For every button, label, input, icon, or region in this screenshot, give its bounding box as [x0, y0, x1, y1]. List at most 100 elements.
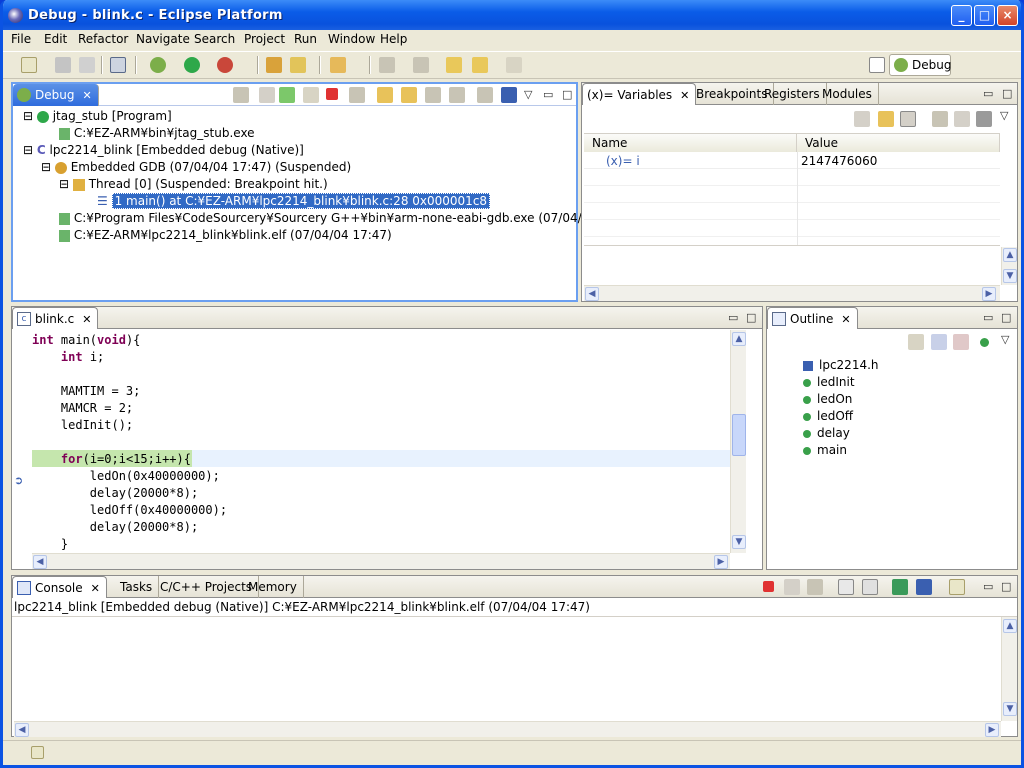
binary-icon[interactable] [110, 57, 126, 73]
editor-vscrollbar[interactable]: ▲ ▼ [730, 330, 746, 553]
minimize-icon[interactable]: ▭ [983, 580, 993, 593]
hide-non-public-icon[interactable] [980, 338, 989, 347]
menu-window[interactable]: Window [328, 32, 375, 46]
fast-view-icon[interactable] [31, 746, 44, 759]
close-icon[interactable]: ✕ [82, 313, 91, 326]
menu-navigate[interactable]: Navigate [136, 32, 190, 46]
drop-to-frame-icon[interactable] [449, 87, 465, 103]
menu-edit[interactable]: Edit [44, 32, 67, 46]
step-into-icon[interactable] [377, 87, 393, 103]
tab-blink-c[interactable]: c blink.c ✕ [12, 307, 99, 329]
open-console-icon[interactable] [949, 579, 965, 595]
suspend-icon[interactable] [303, 87, 319, 103]
tree-item-gdb-exe[interactable]: C:¥Program Files¥CodeSourcery¥Sourcery G… [59, 210, 640, 226]
view-menu-icon[interactable]: ▽ [1001, 333, 1009, 346]
open-type-icon[interactable] [266, 57, 282, 73]
editor-hscrollbar[interactable]: ◀ ▶ [32, 553, 730, 569]
debug-perspective-button[interactable]: Debug [889, 54, 951, 76]
tree-item-blink-elf[interactable]: C:¥EZ-ARM¥lpc2214_blink¥blink.elf (07/04… [59, 227, 392, 243]
minimize-icon[interactable]: ▭ [983, 311, 993, 324]
search-icon[interactable] [290, 57, 306, 73]
tree-item-stack-frame[interactable]: ☰ 1 main() at C:¥EZ-ARM¥lpc2214_blink¥bl… [97, 193, 491, 209]
outline-item-ledinit[interactable]: ledInit [803, 374, 855, 390]
sort-icon[interactable] [908, 334, 924, 350]
add-global-icon[interactable] [932, 111, 948, 127]
terminate-icon[interactable] [326, 88, 338, 100]
clear-console-icon[interactable] [838, 579, 854, 595]
details-hscrollbar[interactable]: ◀ ▶ [584, 285, 1000, 301]
prev-annotation-icon[interactable] [413, 57, 429, 73]
debug-bug-icon[interactable] [150, 57, 166, 73]
maximize-icon[interactable]: □ [974, 5, 995, 26]
tab-variables[interactable]: (x)= Variables ✕ [582, 83, 697, 105]
tree-item-lpc2214-blink[interactable]: ⊟ C lpc2214_blink [Embedded debug (Nativ… [23, 142, 304, 158]
console-vscrollbar[interactable]: ▲ ▼ [1001, 617, 1017, 721]
maximize-icon[interactable]: □ [1001, 580, 1011, 593]
run-icon[interactable] [184, 57, 200, 73]
display-console-icon[interactable] [916, 579, 932, 595]
view-menu-icon[interactable]: ▽ [1000, 109, 1008, 122]
new-icon[interactable] [21, 57, 37, 73]
instruction-step-icon[interactable] [501, 87, 517, 103]
maximize-icon[interactable]: □ [562, 88, 572, 101]
menu-run[interactable]: Run [294, 32, 317, 46]
tree-item-thread[interactable]: ⊟ Thread [0] (Suspended: Breakpoint hit.… [59, 176, 328, 192]
open-folder-icon[interactable] [330, 57, 346, 73]
step-return-icon[interactable] [425, 87, 441, 103]
hide-static-icon[interactable] [953, 334, 969, 350]
column-value[interactable]: Value [797, 134, 1000, 152]
menu-search[interactable]: Search [194, 32, 235, 46]
menu-file[interactable]: File [11, 32, 31, 46]
close-icon[interactable]: ✕ [82, 89, 91, 102]
remove-all-icon[interactable] [976, 111, 992, 127]
tab-debug[interactable]: Debug ✕ [13, 84, 99, 106]
column-name[interactable]: Name [584, 134, 797, 152]
show-type-names-icon[interactable] [854, 111, 870, 127]
tab-memory[interactable]: Memory [242, 576, 304, 598]
tab-tasks[interactable]: Tasks [112, 576, 160, 598]
external-tools-icon[interactable] [217, 57, 233, 73]
show-logical-structure-icon[interactable] [878, 111, 894, 127]
remove-icon[interactable] [954, 111, 970, 127]
connect-icon[interactable] [259, 87, 275, 103]
console-hscrollbar[interactable]: ◀ ▶ [14, 721, 1001, 737]
last-edit-icon[interactable] [446, 57, 462, 73]
menu-refactor[interactable]: Refactor [78, 32, 128, 46]
tab-outline[interactable]: Outline ✕ [767, 307, 858, 329]
step-filter-icon[interactable] [477, 87, 493, 103]
collapse-all-icon[interactable] [900, 111, 916, 127]
outline-item-delay[interactable]: delay [803, 425, 850, 441]
tree-item-jtag-stub-exe[interactable]: C:¥EZ-ARM¥bin¥jtag_stub.exe [59, 125, 255, 141]
pin-console-icon[interactable] [892, 579, 908, 595]
print-icon[interactable] [79, 57, 95, 73]
maximize-icon[interactable]: □ [746, 311, 756, 324]
outline-item-lpc2214-h[interactable]: lpc2214.h [803, 357, 879, 373]
minimize-icon[interactable]: _ [951, 5, 972, 26]
minimize-icon[interactable]: ▭ [543, 88, 553, 101]
remove-all-terminated-icon[interactable] [807, 579, 823, 595]
details-scrollbar[interactable]: ▲ ▼ [1001, 247, 1017, 285]
scroll-lock-icon[interactable] [862, 579, 878, 595]
resume-icon[interactable] [279, 87, 295, 103]
maximize-icon[interactable]: □ [1002, 87, 1012, 100]
maximize-icon[interactable]: □ [1001, 311, 1011, 324]
outline-item-ledoff[interactable]: ledOff [803, 408, 853, 424]
next-annotation-icon[interactable] [379, 57, 395, 73]
title-bar[interactable]: Debug - blink.c - Eclipse Platform _ □ × [3, 0, 1021, 30]
save-icon[interactable] [55, 57, 71, 73]
tab-console[interactable]: Console ✕ [12, 576, 107, 598]
minimize-icon[interactable]: ▭ [983, 87, 993, 100]
close-icon[interactable]: × [997, 5, 1018, 26]
table-row[interactable]: (x)= i 2147476060 [584, 152, 1000, 169]
remove-terminated-icon[interactable] [233, 87, 249, 103]
outline-item-ledon[interactable]: ledOn [803, 391, 852, 407]
step-over-icon[interactable] [401, 87, 417, 103]
view-menu-icon[interactable]: ▽ [524, 88, 532, 101]
remove-launch-icon[interactable] [784, 579, 800, 595]
open-perspective-icon[interactable] [869, 57, 885, 73]
outline-item-main[interactable]: main [803, 442, 847, 458]
disconnect-icon[interactable] [349, 87, 365, 103]
back-icon[interactable] [472, 57, 488, 73]
terminate-icon[interactable] [763, 581, 774, 592]
close-icon[interactable]: ✕ [841, 313, 850, 326]
